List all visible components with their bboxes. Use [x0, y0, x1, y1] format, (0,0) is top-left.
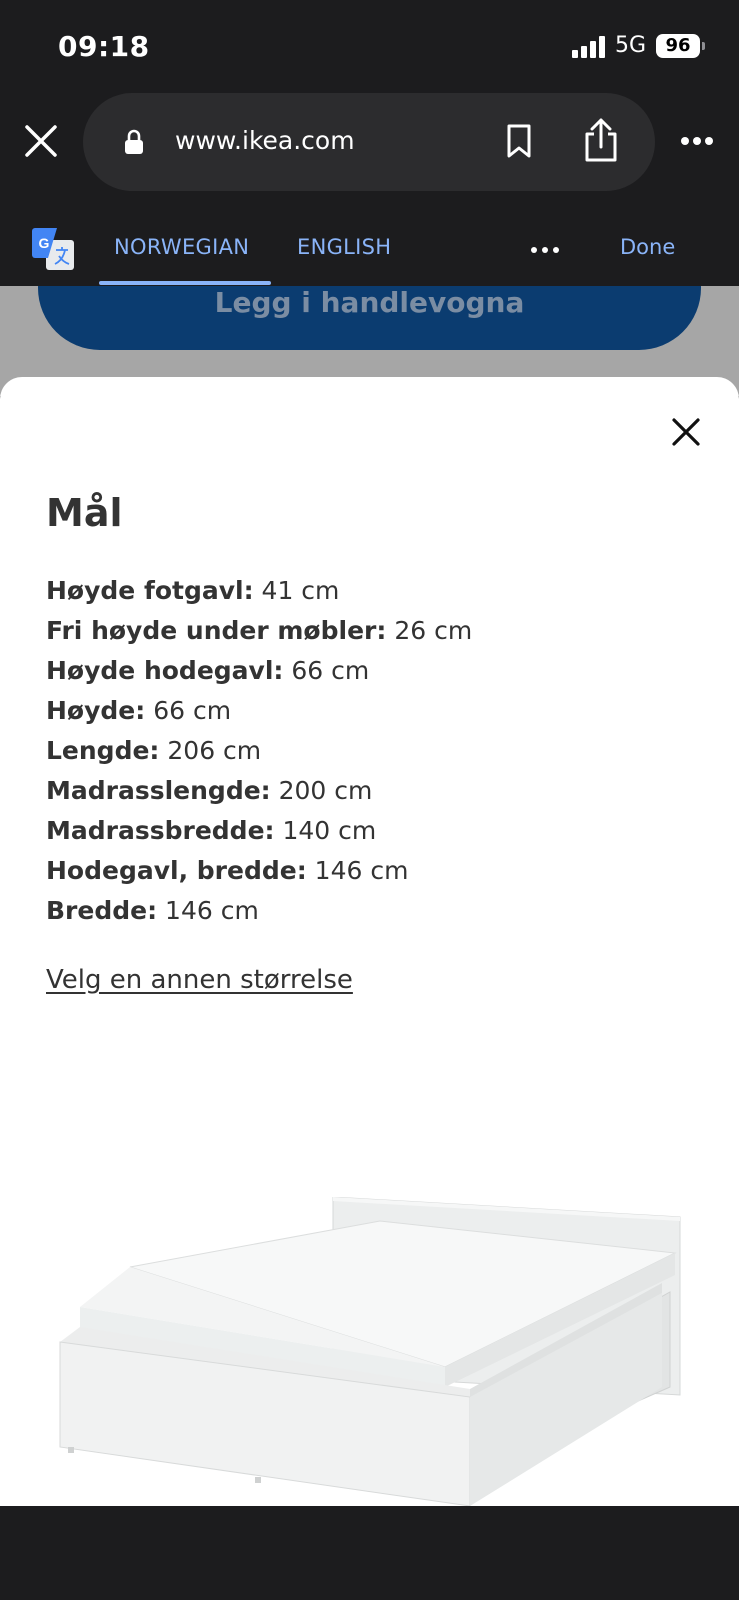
dimension-row: Hodegavl, bredde: 146 cm	[46, 856, 472, 896]
bookmark-icon[interactable]	[505, 123, 533, 159]
dimension-label: Bredde:	[46, 896, 158, 925]
dimension-label: Høyde fotgavl:	[46, 576, 254, 605]
dimension-value: 140 cm	[282, 816, 377, 845]
add-to-cart-label: Legg i handlevogna	[214, 286, 525, 319]
dimension-label: Madrasslengde:	[46, 776, 271, 805]
dimension-value: 146 cm	[165, 896, 259, 925]
network-type: 5G	[615, 33, 647, 58]
sheet-title: Mål	[46, 491, 123, 535]
dimension-value: 41 cm	[261, 576, 340, 605]
more-options-icon[interactable]	[680, 136, 714, 146]
dimension-value: 200 cm	[278, 776, 373, 805]
browser-toolbar: www.ikea.com	[0, 90, 739, 210]
dimension-value: 66 cm	[291, 656, 370, 685]
status-bar: 09:18 5G 96	[0, 0, 739, 90]
dimension-row: Lengde: 206 cm	[46, 736, 472, 776]
tab-english[interactable]: ENGLISH	[297, 235, 391, 259]
status-time: 09:18	[58, 30, 150, 63]
tab-norwegian[interactable]: NORWEGIAN	[114, 235, 249, 259]
signal-icon	[572, 36, 608, 58]
add-to-cart-button: Legg i handlevogna	[38, 286, 701, 350]
svg-text:G: G	[39, 235, 50, 251]
battery-icon: 96	[656, 34, 700, 58]
done-button[interactable]: Done	[620, 235, 675, 259]
dimension-label: Høyde hodegavl:	[46, 656, 284, 685]
translate-more-icon[interactable]	[530, 246, 560, 254]
dimension-label: Hodegavl, bredde:	[46, 856, 307, 885]
choose-size-link[interactable]: Velg en annen størrelse	[46, 965, 353, 995]
dimension-row: Fri høyde under møbler: 26 cm	[46, 616, 472, 656]
dimension-label: Fri høyde under møbler:	[46, 616, 387, 645]
google-translate-icon[interactable]: G	[32, 228, 74, 270]
close-icon[interactable]	[24, 124, 58, 158]
url-text: www.ikea.com	[175, 126, 355, 155]
address-bar[interactable]: www.ikea.com	[83, 93, 655, 191]
dimension-row: Madrassbredde: 140 cm	[46, 816, 472, 856]
dimension-value: 206 cm	[167, 736, 262, 765]
dimension-row: Høyde hodegavl: 66 cm	[46, 656, 472, 696]
dimension-row: Madrasslengde: 200 cm	[46, 776, 472, 816]
dimension-label: Høyde:	[46, 696, 146, 725]
dimension-row: Bredde: 146 cm	[46, 896, 472, 936]
dimension-label: Madrassbredde:	[46, 816, 275, 845]
dimension-label: Lengde:	[46, 736, 160, 765]
dimension-value: 66 cm	[153, 696, 232, 725]
dimension-value: 146 cm	[314, 856, 409, 885]
dimension-value: 26 cm	[394, 616, 473, 645]
share-icon[interactable]	[581, 117, 621, 163]
dimensions-sheet: Mål Høyde fotgavl: 41 cm Fri høyde under…	[0, 377, 739, 1506]
dimension-list: Høyde fotgavl: 41 cm Fri høyde under møb…	[46, 576, 472, 936]
bottom-bar	[0, 1506, 739, 1600]
bed-product-image	[59, 1197, 681, 1506]
dimension-row: Høyde: 66 cm	[46, 696, 472, 736]
battery-nub	[702, 42, 705, 50]
translate-bar: G NORWEGIAN ENGLISH Done	[0, 210, 739, 286]
dimension-row: Høyde fotgavl: 41 cm	[46, 576, 472, 616]
active-tab-indicator	[99, 281, 271, 285]
lock-icon	[125, 129, 143, 154]
close-sheet-icon[interactable]	[671, 417, 701, 447]
